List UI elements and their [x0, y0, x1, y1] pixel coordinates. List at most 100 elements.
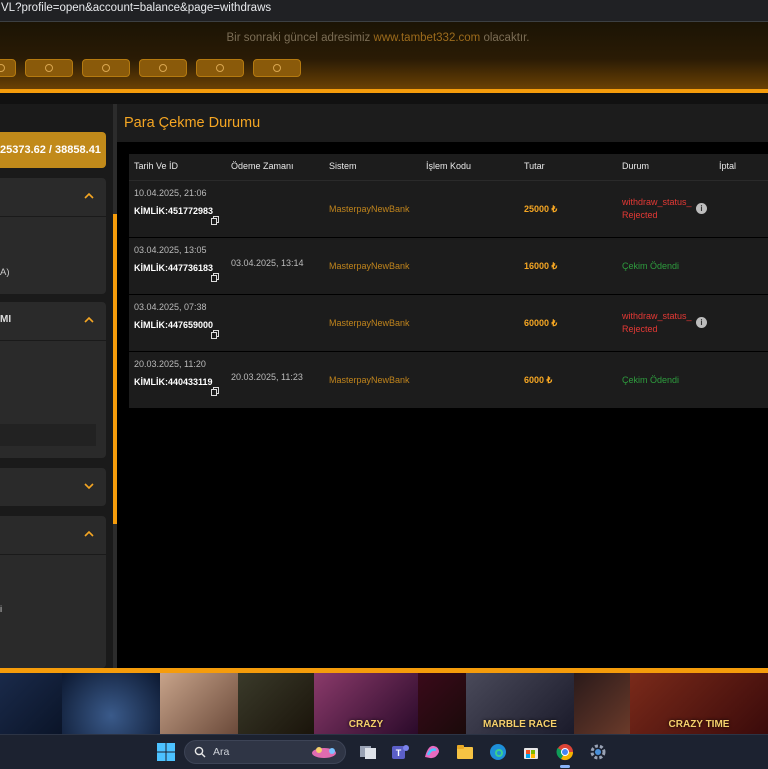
column-header: İptal [719, 161, 737, 171]
chevron-up-icon [84, 192, 94, 199]
game-thumbnail[interactable] [0, 673, 62, 734]
sidebar-section-2-title: MI [0, 314, 12, 325]
game-thumbnail[interactable] [62, 673, 160, 734]
search-highlight-icon [312, 747, 336, 758]
account-sidebar: 25373.62 / 38858.41 A) MI i [0, 104, 113, 668]
amount: 6000 ₺ [524, 375, 553, 385]
column-header: Sistem [329, 161, 357, 171]
taskbar-search[interactable]: Ara [184, 740, 346, 764]
teams-icon[interactable]: T [390, 742, 410, 762]
copilot-icon[interactable] [422, 742, 442, 762]
status-text: Çekim Ödendi [622, 375, 680, 385]
payment-system: MasterpayNewBank [329, 375, 410, 385]
table-row: 03.04.2025, 07:38 KİMLİK:447659000 Masterp… [129, 295, 768, 352]
info-icon[interactable]: i [696, 317, 707, 328]
header-button-3[interactable] [82, 59, 130, 77]
new-address-link[interactable]: www.tambet332.com [374, 32, 481, 44]
svg-text:T: T [396, 748, 402, 758]
settings-gear-icon[interactable] [588, 742, 608, 762]
copy-icon[interactable] [211, 326, 219, 339]
status-text: withdraw_status_ Rejected [622, 311, 692, 334]
file-explorer-icon[interactable] [455, 742, 475, 762]
game-title: CRAZY TIME [668, 719, 730, 730]
transaction-id: KİMLİK:440433119 [134, 377, 213, 387]
column-header: Durum [622, 161, 650, 171]
column-header: Tutar [524, 161, 545, 171]
game-banner-strip: CRAZY MARBLE RACE CRAZY TIME [0, 673, 768, 734]
windows-taskbar: Ara T [0, 734, 768, 769]
status-text: withdraw_status_ Rejected [622, 197, 692, 220]
game-thumbnail[interactable] [160, 673, 238, 734]
copy-icon[interactable] [211, 269, 219, 282]
sidebar-item[interactable]: A) [0, 267, 10, 278]
game-thumbnail[interactable]: MARBLE RACE [466, 673, 574, 734]
chevron-down-icon [84, 483, 94, 490]
sidebar-section-2-header[interactable]: MI [0, 302, 106, 341]
game-thumbnail[interactable] [574, 673, 630, 734]
sidebar-section-3 [0, 468, 106, 507]
microsoft-store-icon[interactable] [521, 742, 541, 762]
status-text: Çekim Ödendi [622, 261, 680, 271]
transaction-id: KİMLİK:451772983 [134, 206, 214, 216]
copy-icon[interactable] [211, 383, 219, 396]
game-thumbnail[interactable]: CRAZY [314, 673, 418, 734]
sidebar-section-1-header[interactable] [0, 178, 106, 217]
sidebar-section-3-header[interactable] [0, 468, 106, 507]
transaction-id: KİMLİK:447736183 [134, 263, 214, 273]
game-thumbnail[interactable] [418, 673, 466, 734]
column-header: İşlem Kodu [426, 161, 472, 171]
instagram-icon [273, 64, 281, 72]
request-date: 10.04.2025, 21:06 [134, 188, 207, 198]
table-row: 10.04.2025, 21:06 KİMLİK:451772983 Masterp… [129, 181, 768, 238]
chevron-up-icon [84, 530, 94, 537]
transaction-id: KİMLİK:447659000 [134, 320, 214, 330]
sidebar-item[interactable]: i [0, 604, 2, 615]
amount: 16000 ₺ [524, 261, 558, 271]
request-date: 20.03.2025, 11:20 [134, 359, 206, 369]
windows-start-icon[interactable] [156, 742, 176, 762]
url-text: VL?profile=open&account=balance&page=wit… [1, 2, 272, 14]
sidebar-input[interactable] [0, 424, 96, 446]
search-icon [194, 746, 206, 758]
address-bar[interactable]: VL?profile=open&account=balance&page=wit… [0, 0, 768, 22]
info-icon[interactable]: i [696, 203, 707, 214]
game-title: MARBLE RACE [483, 719, 557, 730]
edge-browser-icon[interactable] [488, 742, 508, 762]
payment-system: MasterpayNewBank [329, 261, 410, 271]
header-buttons [0, 59, 301, 77]
payment-time: 20.03.2025, 11:23 [231, 372, 303, 382]
circle-icon [102, 64, 110, 72]
header-button-5[interactable] [196, 59, 244, 77]
column-header: Ödeme Zamanı [231, 161, 294, 171]
amount: 25000 ₺ [524, 204, 558, 214]
page-title: Para Çekme Durumu [124, 115, 261, 131]
payment-system: MasterpayNewBank [329, 318, 410, 328]
sidebar-section-4: i [0, 516, 106, 668]
header-button-4[interactable] [139, 59, 187, 77]
search-placeholder: Ara [213, 746, 230, 758]
sidebar-section-2: MI [0, 302, 106, 458]
site-header: Bir sonraki güncel adresimiz www.tambet3… [0, 22, 768, 89]
table-row: 20.03.2025, 11:20 KİMLİK:440433119 20.03.2… [129, 352, 768, 409]
sidebar-section-1: A) [0, 178, 106, 294]
payment-time: 03.04.2025, 13:14 [231, 258, 304, 268]
balance-display: 25373.62 / 38858.41 [0, 132, 106, 168]
withdraw-panel: Para Çekme Durumu Tarih Ve İD Ödeme Zama… [117, 104, 768, 668]
request-date: 03.04.2025, 07:38 [134, 302, 207, 312]
x-icon [216, 64, 224, 72]
circle-icon [159, 64, 167, 72]
sidebar-section-4-header[interactable] [0, 516, 106, 555]
table-header: Tarih Ve İD Ödeme Zamanı Sistem İşlem Ko… [129, 154, 768, 181]
copy-icon[interactable] [211, 212, 219, 225]
game-thumbnail[interactable]: CRAZY TIME [630, 673, 768, 734]
game-thumbnail[interactable] [238, 673, 314, 734]
circle-icon [45, 64, 53, 72]
amount: 60000 ₺ [524, 318, 558, 328]
task-view-icon[interactable] [358, 742, 378, 762]
header-button-2[interactable] [25, 59, 73, 77]
header-button-1[interactable] [0, 59, 16, 77]
chrome-icon[interactable] [555, 742, 575, 762]
game-title: CRAZY [348, 719, 384, 730]
header-button-6[interactable] [253, 59, 301, 77]
withdraw-table: Tarih Ve İD Ödeme Zamanı Sistem İşlem Ko… [129, 154, 768, 409]
